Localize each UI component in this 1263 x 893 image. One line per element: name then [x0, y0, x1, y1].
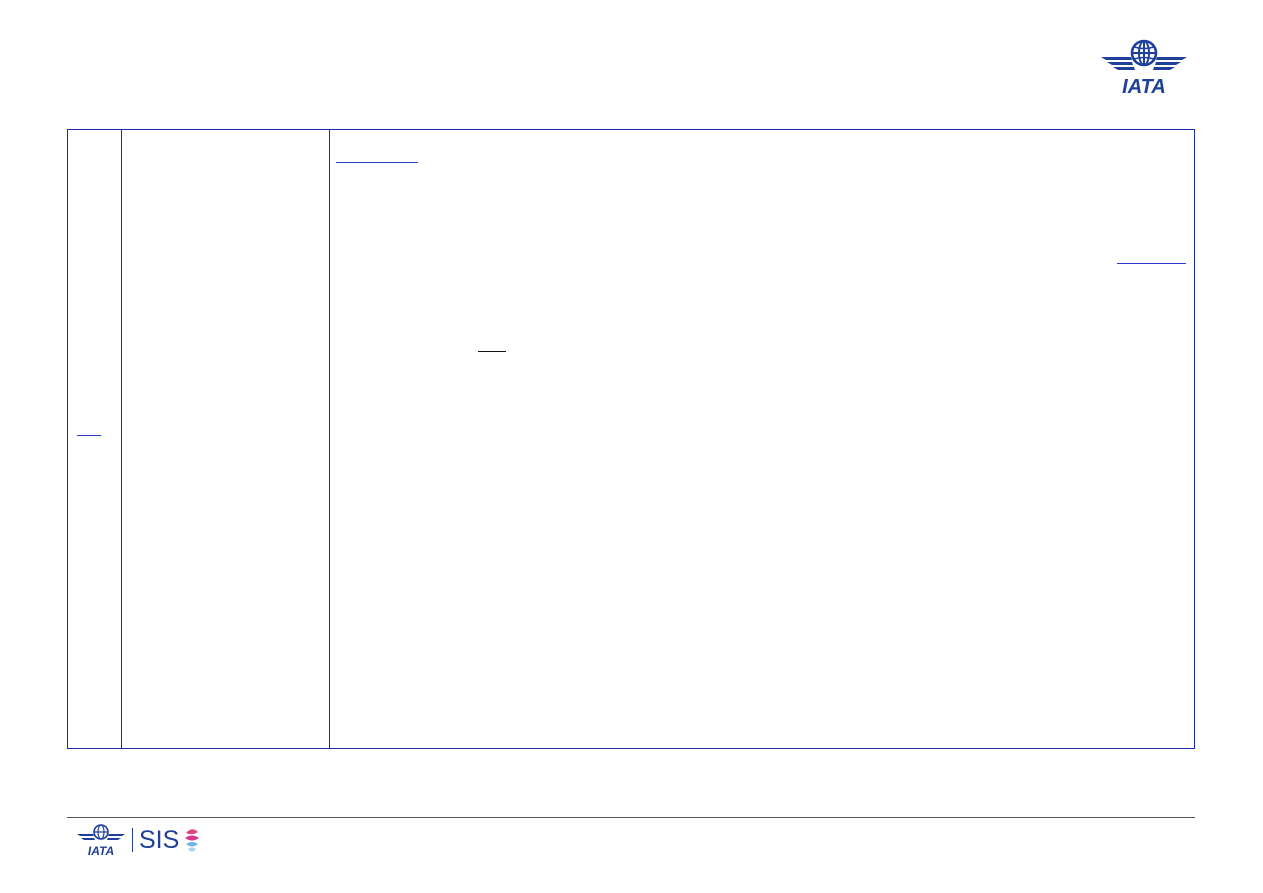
- footer-logo-separator: [132, 828, 133, 852]
- number-link-underline[interactable]: [77, 435, 101, 436]
- description-link-underline[interactable]: [336, 162, 418, 163]
- content-table: [67, 129, 1195, 749]
- globe-icon: [1130, 39, 1158, 67]
- globe-icon: [93, 824, 109, 840]
- footer-logos: IATA SIS: [76, 822, 202, 858]
- iata-logo: IATA: [1101, 39, 1187, 96]
- table-cell-field: [122, 130, 329, 748]
- table-cell-number: [68, 130, 121, 748]
- table-cell-description: [330, 130, 1194, 748]
- iata-footer-wordmark: IATA: [88, 844, 114, 857]
- description-underline: [478, 351, 506, 352]
- footer-divider: [67, 817, 1195, 818]
- iata-footer-logo: IATA: [77, 824, 125, 857]
- sis-label: SIS: [139, 825, 180, 854]
- iata-logo-wordmark: IATA: [1122, 76, 1166, 96]
- description-link-underline[interactable]: [1117, 263, 1186, 264]
- sis-swirl-icon: [185, 829, 200, 852]
